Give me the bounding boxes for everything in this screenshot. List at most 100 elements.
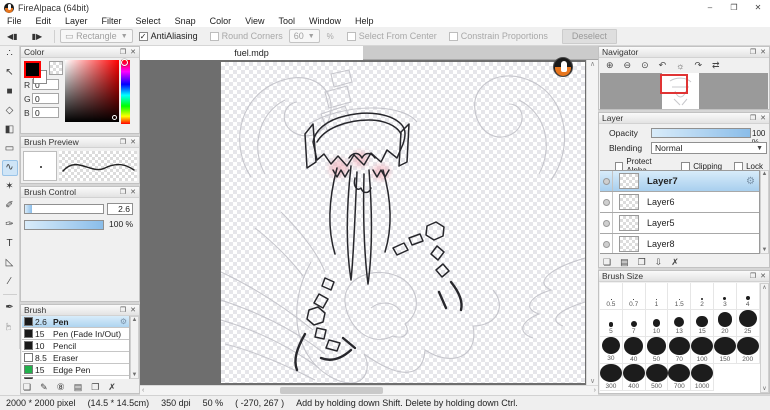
firealpaca-mascot-badge[interactable]: [553, 57, 573, 77]
add-layer-icon[interactable]: ❏: [603, 257, 611, 268]
brush-size-30[interactable]: 30: [600, 337, 623, 364]
finger-tool[interactable]: ∴: [2, 46, 18, 62]
brush-row[interactable]: 10Pencil: [22, 340, 129, 352]
sample-pen-tool[interactable]: ✒: [2, 300, 18, 316]
brush-size-40[interactable]: 40: [623, 337, 646, 364]
fill-tool[interactable]: ■: [2, 84, 18, 100]
rotate-ccw-icon[interactable]: ↶: [659, 60, 667, 71]
float-panel-icon[interactable]: ❐: [750, 114, 756, 122]
brush-size-13[interactable]: 13: [668, 310, 691, 337]
foreground-color-swatch[interactable]: [24, 61, 41, 78]
duplicate-brush-icon[interactable]: ❐: [91, 382, 99, 393]
navigator-viewport-rect[interactable]: [660, 74, 688, 94]
brush-size-50[interactable]: 50: [646, 337, 669, 364]
close-panel-icon[interactable]: ✕: [130, 138, 136, 146]
close-panel-icon[interactable]: ✕: [130, 306, 136, 314]
layer-row[interactable]: Layer5: [600, 213, 759, 234]
transparent-color-swatch[interactable]: [49, 61, 63, 75]
brush-size-4[interactable]: 4: [737, 283, 760, 310]
antialiasing-checkbox[interactable]: ✓ AntiAliasing: [139, 31, 198, 41]
menu-tool[interactable]: Tool: [271, 16, 302, 26]
transfer-layer-icon[interactable]: ⇩: [655, 257, 663, 268]
scroll-down-icon[interactable]: ▼: [132, 372, 138, 378]
brush-list-scrollbar[interactable]: ▲ ▼: [130, 316, 139, 379]
minimize-button[interactable]: –: [698, 0, 722, 15]
brush-size-200[interactable]: 200: [737, 337, 760, 364]
menu-snap[interactable]: Snap: [168, 16, 203, 26]
brush-size-1.5[interactable]: 1.5: [668, 283, 691, 310]
brush-size-0.7[interactable]: 0.7: [623, 283, 646, 310]
brush-size-1[interactable]: 1: [646, 283, 669, 310]
text-tool[interactable]: T: [2, 236, 18, 252]
brush-size-value[interactable]: 2.6: [107, 203, 133, 215]
scroll-up-icon[interactable]: ∧: [590, 60, 595, 68]
layer-row[interactable]: Layer8: [600, 234, 759, 254]
operation-tool[interactable]: ◺: [2, 255, 18, 271]
brush-row[interactable]: 2.6Pen⚙: [22, 316, 129, 328]
brush-size-10[interactable]: 10: [646, 310, 669, 337]
brush-row[interactable]: 50AirBrush: [22, 376, 129, 379]
layer-visibility-toggle[interactable]: [600, 234, 613, 254]
hue-slider[interactable]: [121, 60, 130, 124]
duplicate-layer-icon[interactable]: ❐: [638, 257, 646, 268]
select-rect-tool[interactable]: ▭: [2, 141, 18, 157]
move-tool[interactable]: ↖: [2, 65, 18, 81]
round-corners-value-dropdown[interactable]: 60 ▼: [289, 29, 320, 43]
canvas[interactable]: [221, 62, 585, 383]
layer-settings-icon[interactable]: ⚙: [746, 176, 755, 187]
canvas-horizontal-scrollbar[interactable]: ‹ ›: [140, 385, 598, 395]
brush-settings-icon[interactable]: ⚙: [120, 317, 127, 326]
scroll-down-icon[interactable]: ∨: [590, 377, 595, 385]
brush-size-20[interactable]: 20: [714, 310, 737, 337]
brush-size-2[interactable]: 2: [691, 283, 714, 310]
float-panel-icon[interactable]: ❐: [120, 306, 126, 314]
magic-wand-tool[interactable]: ✶: [2, 179, 18, 195]
brush-row[interactable]: 15Edge Pen: [22, 364, 129, 376]
float-panel-icon[interactable]: ❐: [120, 138, 126, 146]
brush-size-slider[interactable]: [24, 204, 104, 214]
bucket-tool[interactable]: ◇: [2, 103, 18, 119]
navigator-preview[interactable]: [600, 73, 768, 109]
brush-size-7[interactable]: 7: [623, 310, 646, 337]
menu-file[interactable]: File: [0, 16, 29, 26]
deselect-button[interactable]: Deselect: [562, 29, 617, 44]
edit-brush-icon[interactable]: ✎: [40, 382, 48, 393]
scroll-right-icon[interactable]: ›: [594, 386, 596, 395]
brush-size-300[interactable]: 300: [600, 364, 623, 391]
gradient-tool[interactable]: ◧: [2, 122, 18, 138]
scroll-up-icon[interactable]: ∧: [762, 284, 766, 291]
scrollbar-thumb[interactable]: [280, 387, 383, 394]
menu-color[interactable]: Color: [203, 16, 239, 26]
brush-folder-icon[interactable]: ▤: [74, 382, 83, 393]
brush-size-100[interactable]: 100: [691, 337, 714, 364]
brush-size-150[interactable]: 150: [714, 337, 737, 364]
menu-select[interactable]: Select: [129, 16, 168, 26]
brush-size-3[interactable]: 3: [714, 283, 737, 310]
script-brush-icon[interactable]: ⑧: [57, 382, 65, 393]
menu-window[interactable]: Window: [302, 16, 348, 26]
brush-size-0.5[interactable]: 0.5: [600, 283, 623, 310]
select-from-center-checkbox[interactable]: Select From Center: [347, 31, 437, 41]
brush-size-15[interactable]: 15: [691, 310, 714, 337]
zoom-reset-icon[interactable]: ⊙: [641, 60, 649, 71]
saturation-value-picker[interactable]: [65, 60, 119, 122]
rotate-cw-icon[interactable]: ↷: [694, 60, 702, 71]
float-panel-icon[interactable]: ❐: [750, 272, 756, 280]
select-pen-tool[interactable]: ✐: [2, 198, 18, 214]
menu-layer[interactable]: Layer: [58, 16, 95, 26]
flip-icon[interactable]: ⇄: [712, 60, 720, 71]
close-panel-icon[interactable]: ✕: [760, 48, 766, 56]
brush-size-400[interactable]: 400: [623, 364, 646, 391]
layer-visibility-toggle[interactable]: [600, 213, 613, 233]
collapse-right-icon[interactable]: ▮▶: [25, 32, 50, 41]
hand-tool[interactable]: ☞: [2, 319, 18, 335]
blending-dropdown[interactable]: Normal ▼: [651, 142, 767, 154]
select-eraser-tool[interactable]: ✑: [2, 217, 18, 233]
menu-view[interactable]: View: [238, 16, 271, 26]
delete-layer-icon[interactable]: ✗: [671, 257, 679, 268]
menu-filter[interactable]: Filter: [95, 16, 129, 26]
float-panel-icon[interactable]: ❐: [750, 48, 756, 56]
reset-rotation-icon[interactable]: ☼: [676, 61, 684, 71]
brush-opacity-slider[interactable]: [24, 220, 104, 230]
scroll-down-icon[interactable]: ∨: [762, 385, 766, 392]
